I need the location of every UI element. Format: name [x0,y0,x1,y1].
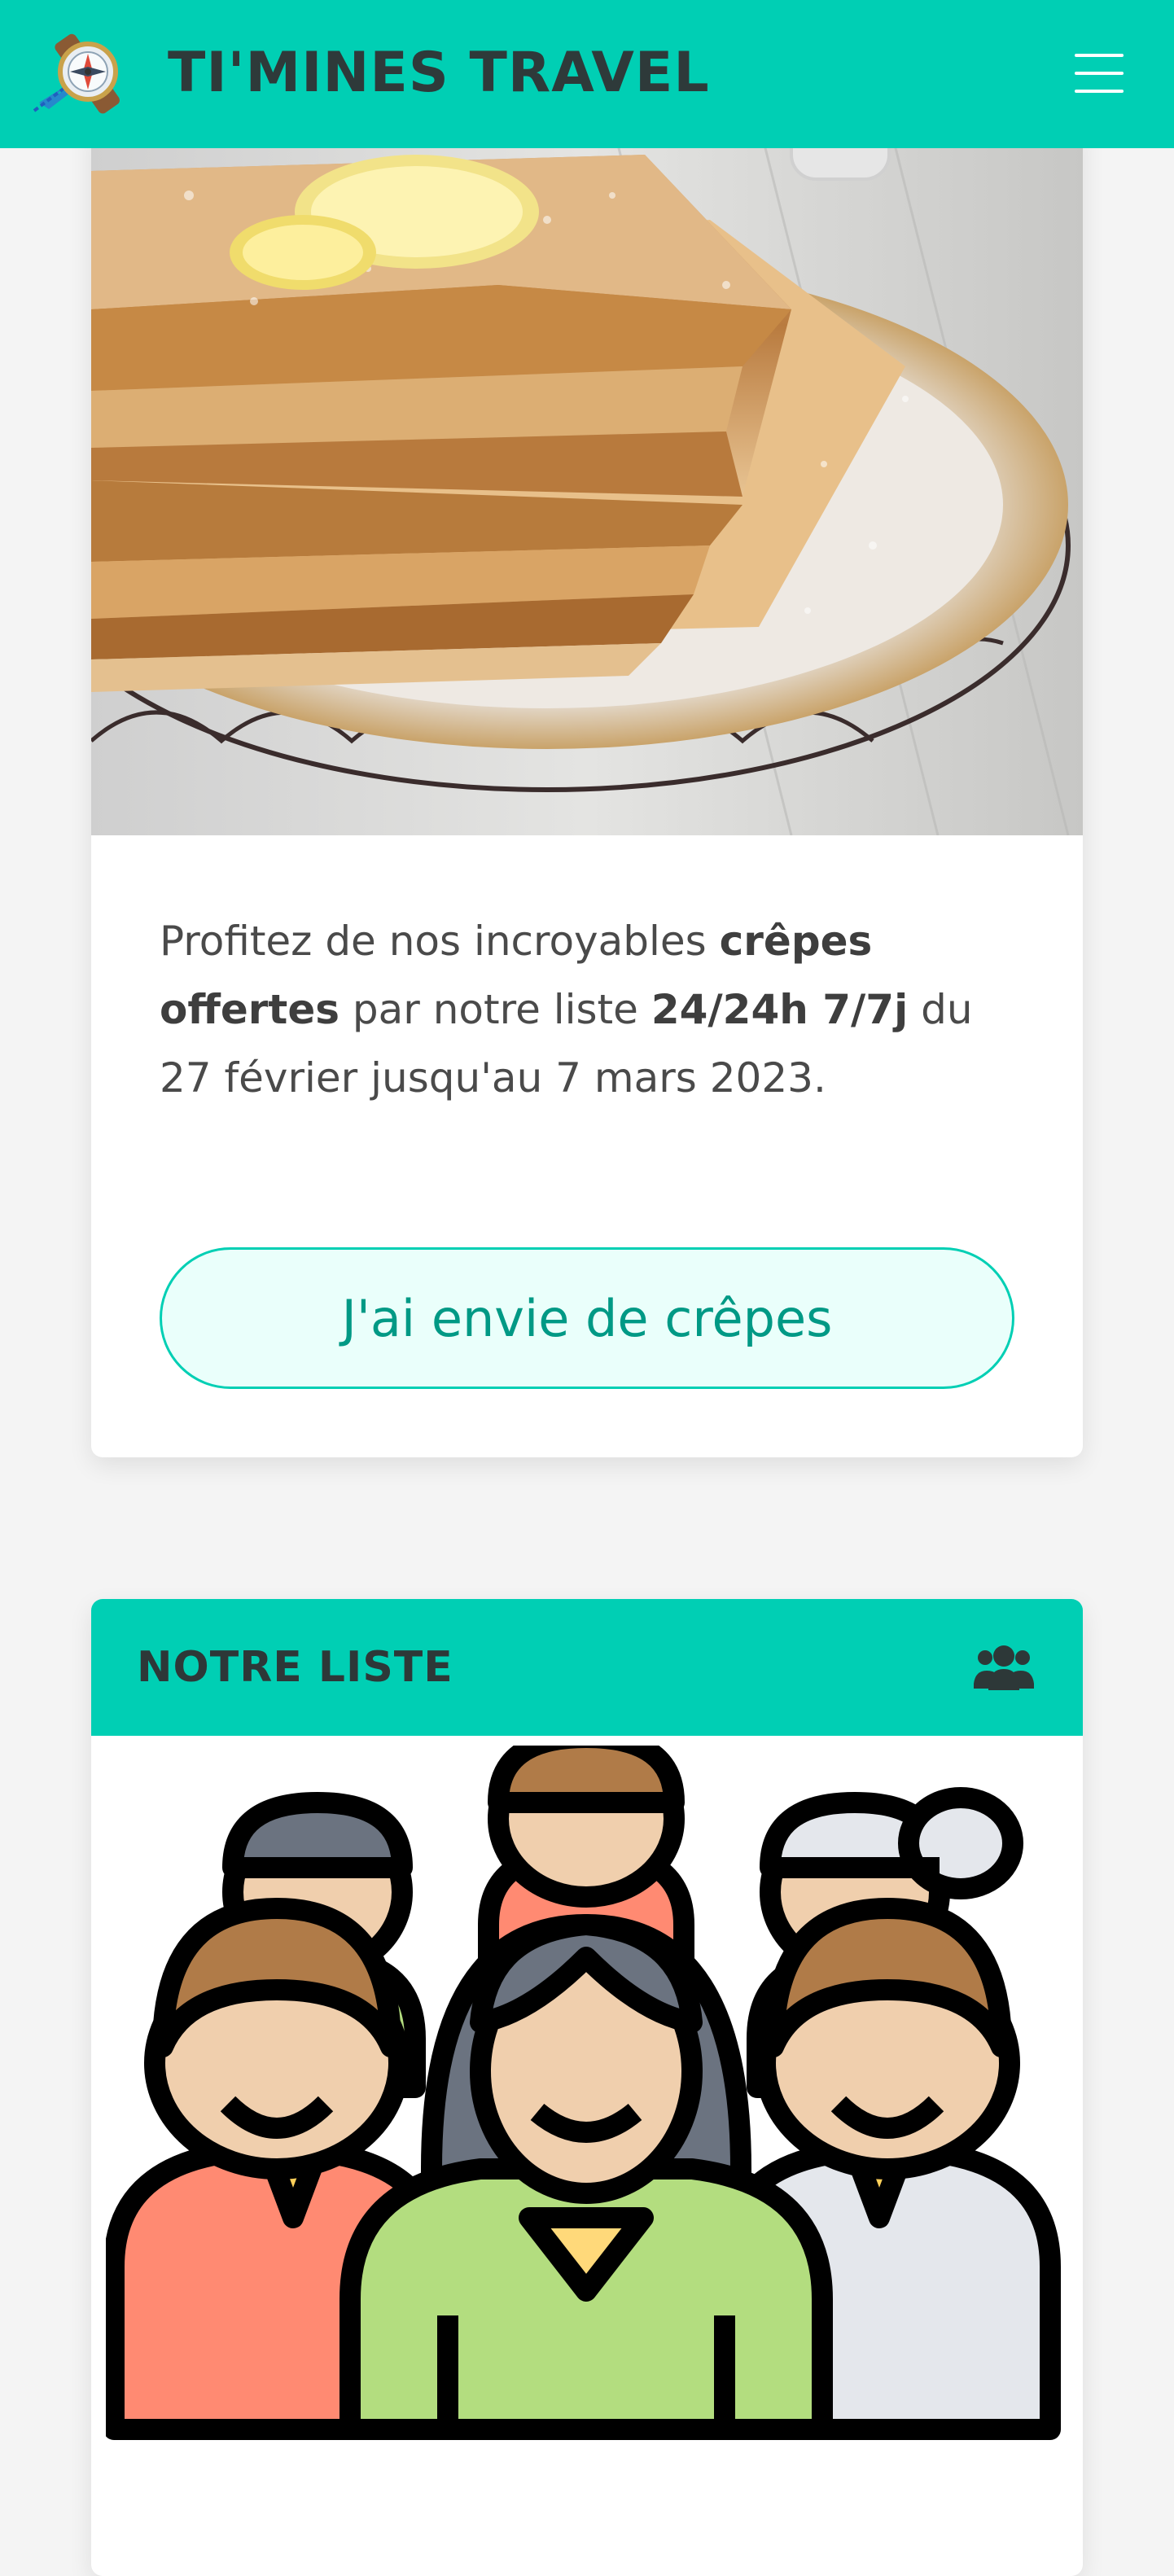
promo-text-bold: 24/24h 7/7j [651,986,909,1033]
team-card-header: NOTRE LISTE [91,1599,1083,1736]
compass-logo-icon[interactable] [33,29,143,117]
hamburger-menu-icon[interactable] [1075,54,1124,93]
promo-text-part: Profitez de nos incroyables [160,918,720,965]
promo-text: Profitez de nos incroyables crêpes offer… [160,907,1014,1112]
users-icon [974,1645,1034,1690]
brand-title[interactable]: TI'MINES TRAVEL [168,41,710,106]
crepes-cta-button[interactable]: J'ai envie de crêpes [160,1247,1014,1389]
top-navbar: TI'MINES TRAVEL [0,0,1174,148]
promo-card: Profitez de nos incroyables crêpes offer… [91,122,1083,1457]
team-card-title: NOTRE LISTE [137,1643,453,1692]
team-card: NOTRE LISTE [91,1599,1083,2576]
group-of-people-illustration [106,1746,1061,2440]
crepes-photo [91,122,1083,835]
promo-text-part: par notre liste [339,986,651,1033]
